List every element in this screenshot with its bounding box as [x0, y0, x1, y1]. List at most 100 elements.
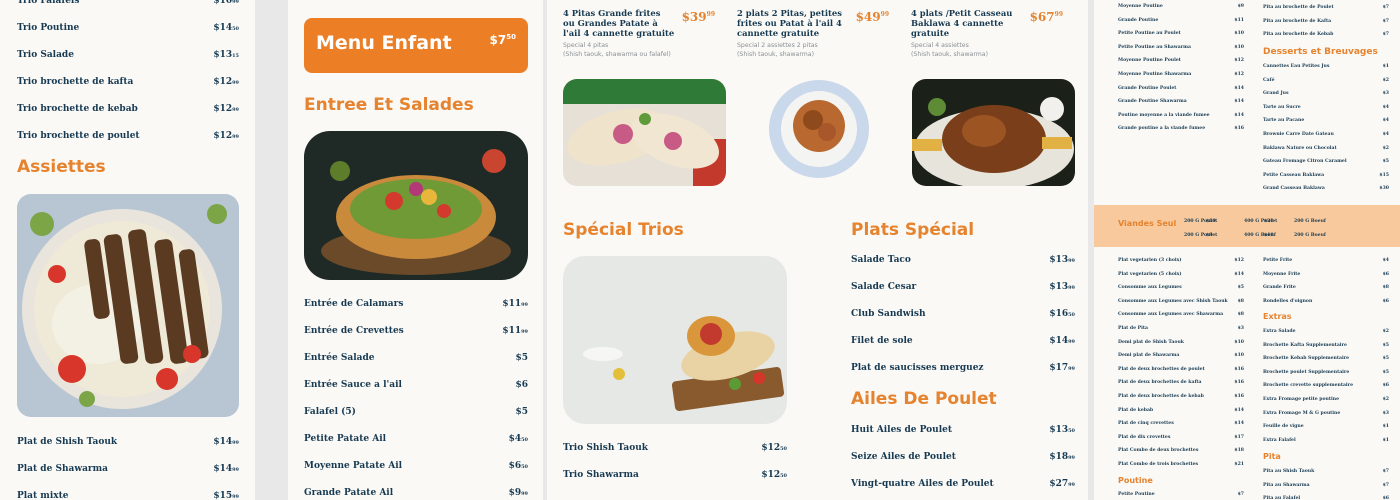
viandes-seul-item: $10 [1206, 219, 1216, 224]
menu-item-name: Pita au brochette de Poulet [1263, 5, 1334, 10]
menu-item-price: $5 [1382, 342, 1389, 348]
menu-item-price: $7 [1382, 5, 1389, 10]
menu-item: Petite Frite $4 [1263, 258, 1389, 263]
menu-item-price: $3 [1237, 326, 1244, 331]
viandes-seul-item: $18 [1264, 233, 1274, 238]
menu-item-price: $1399 [1049, 282, 1075, 292]
menu-item: Brochette crevette supplementaire $6 [1263, 383, 1389, 388]
menu-item-price: $3 [1382, 91, 1389, 97]
menu-item-name: Pita au brochette de Kebab [1263, 32, 1334, 38]
menu-item-price: $2 [1382, 397, 1389, 402]
menu-item: Moyenne Poutine $9 [1118, 4, 1244, 9]
menu-item: Tarte au Sucre $4 [1263, 105, 1389, 110]
viandes-seul-band: Viandes Seul 200 G Poulet $10 400 G Poulet… [1094, 205, 1400, 247]
menu-item-price: $1450 [213, 23, 239, 33]
menu-item-price: $6 [1382, 496, 1389, 500]
menu-item-price: $8 [1237, 312, 1244, 318]
menu-item: Plat de Pita $3 [1118, 326, 1244, 331]
desserts-heading: Desserts et Breuvages [1263, 47, 1378, 57]
menu-item: Brochette Kafta Supplementaire $5 [1263, 343, 1389, 348]
menu-item-name: Grande Poutine Shawarma [1118, 99, 1187, 105]
menu-item-price: $10 [1234, 353, 1244, 359]
menu-item: Entrée de Calamars $1199 [304, 299, 528, 309]
menu-item-name: Plat Combo de trois brochettes [1118, 462, 1199, 467]
menu-item-price: $2 [1382, 329, 1389, 334]
combo-sub1: Special 4 pitas [563, 42, 609, 49]
menu-item-name: Petite Poutine au Poulet [1118, 31, 1181, 37]
menu-item-name: Petite Patate Ail [304, 434, 387, 444]
menu-item: Consomme aux Legumes avec Shawarma $8 [1118, 312, 1244, 317]
menu-item-price: $14 [1234, 421, 1244, 427]
menu-item-name: Moyenne Poutine [1118, 4, 1163, 9]
menu-item-price: $1399 [1049, 255, 1075, 265]
plats-special-heading: Plats Spécial [851, 220, 975, 240]
combo-special: 4 Pitas Grande frites ou Grandes Patate … [563, 8, 727, 58]
menu-item-name: Grande Poutine Poulet [1118, 85, 1177, 91]
menu-item: Moyenne Patate Ail $650 [304, 461, 528, 471]
menu-panel-4: Moyenne Poutine $9 Grande Poutine $11 Petite… [1094, 0, 1400, 500]
salad-photo [304, 131, 528, 280]
menu-item-price: $8 [1237, 298, 1244, 304]
combo-sub1: Special 4 assiettes [911, 42, 969, 49]
shawarma-plate-photo [769, 80, 869, 178]
menu-item-price: $650 [508, 461, 528, 471]
menu-item: Falafel (5) $5 [304, 407, 528, 417]
combo-sub2: (Shish taouk, shawarma) [737, 51, 814, 58]
combo-price: $4999 [855, 10, 889, 24]
combo-price: $3999 [681, 10, 715, 24]
menu-enfant-cents: 50 [506, 33, 516, 41]
menu-item: Trio Poutine $1450 [17, 23, 239, 33]
menu-item-name: Pita au Shawarma [1263, 482, 1310, 488]
menu-item-name: Pita au Shish Taouk [1263, 469, 1315, 474]
extras-heading: Extras [1263, 312, 1292, 321]
menu-item-price: $14 [1234, 112, 1244, 118]
menu-item: Grande Poutine $11 [1118, 18, 1244, 23]
menu-item: Consomme aux Legumes avec Shish Taouk $8 [1118, 299, 1244, 304]
menu-item-price: $450 [508, 434, 528, 444]
menu-enfant-banner: Menu Enfant $750 [304, 18, 528, 73]
menu-item: Poutine moyenne a la viande fumee $14 [1118, 113, 1244, 118]
menu-item: Entrée Salade $5 [304, 353, 528, 363]
menu-item-name: Plat de kebab [1118, 407, 1154, 413]
menu-item-name: Demi plat de Shawarma [1118, 353, 1180, 359]
menu-item: Plat Combo de deux brochettes $18 [1118, 448, 1244, 453]
menu-item-price: $14 [1234, 407, 1244, 413]
menu-item-price: $16 [1234, 366, 1244, 372]
menu-panel-1: Trio Falafels $1099 Trio Poutine $1450 Trio … [0, 0, 255, 500]
menu-item-price: $10 [1234, 44, 1244, 50]
menu-item-name: Gateau Fromage Citron Caramel [1263, 159, 1347, 165]
menu-item-price: $10 [1234, 31, 1244, 37]
menu-item-price: $1250 [761, 470, 787, 480]
menu-item-name: Grand Casseau Baklawa [1263, 186, 1325, 192]
menu-item-price: $1299 [213, 131, 239, 141]
menu-item: Plat de Shish Taouk $1499 [17, 437, 239, 447]
menu-item-price: $1 [1382, 64, 1389, 69]
menu-item: Trio brochette de kebab $1299 [17, 104, 239, 114]
menu-item-name: Extra Salade [1263, 329, 1296, 334]
menu-item-price: $2 [1382, 77, 1389, 83]
menu-item-price: $1250 [761, 443, 787, 453]
menu-item-name: Petite Frite [1263, 258, 1293, 263]
menu-item-name: Brochette crevette supplementaire [1263, 383, 1354, 389]
menu-item-price: $16 [1234, 380, 1244, 386]
menu-item-name: Plat de Pita [1118, 326, 1148, 331]
menu-item-name: Feuille de vigne [1263, 424, 1304, 430]
menu-item-name: Baklawa Nature ou Chocolat [1263, 145, 1337, 151]
menu-item: Cannettes Eau Petites Jus $1 [1263, 64, 1389, 69]
menu-item-price: $5 [1382, 159, 1389, 165]
menu-item-name: Café [1263, 77, 1275, 83]
menu-item-price: $17 [1234, 434, 1244, 440]
menu-item-name: Plat de Shawarma [17, 464, 109, 474]
menu-item: Grande Frite $8 [1263, 285, 1389, 290]
menu-item: Trio Falafels $1099 [17, 0, 239, 6]
menu-item-name: Grande poutine a la viande fumee [1118, 126, 1206, 132]
menu-item-price: $7 [1382, 32, 1389, 38]
menu-item: Plat vegetarien (5 choix) $14 [1118, 272, 1244, 277]
menu-item: Trio Salade $1315 [17, 50, 239, 60]
menu-item-price: $7 [1382, 482, 1389, 488]
viandes-seul-item: $9 [1206, 233, 1213, 238]
menu-item-name: Pita au brochette de Kafta [1263, 18, 1332, 24]
menu-item-price: $2799 [1049, 479, 1075, 489]
menu-item: Plat de deux brochettes de kebab $16 [1118, 394, 1244, 399]
menu-enfant-price: $7 [489, 33, 507, 47]
